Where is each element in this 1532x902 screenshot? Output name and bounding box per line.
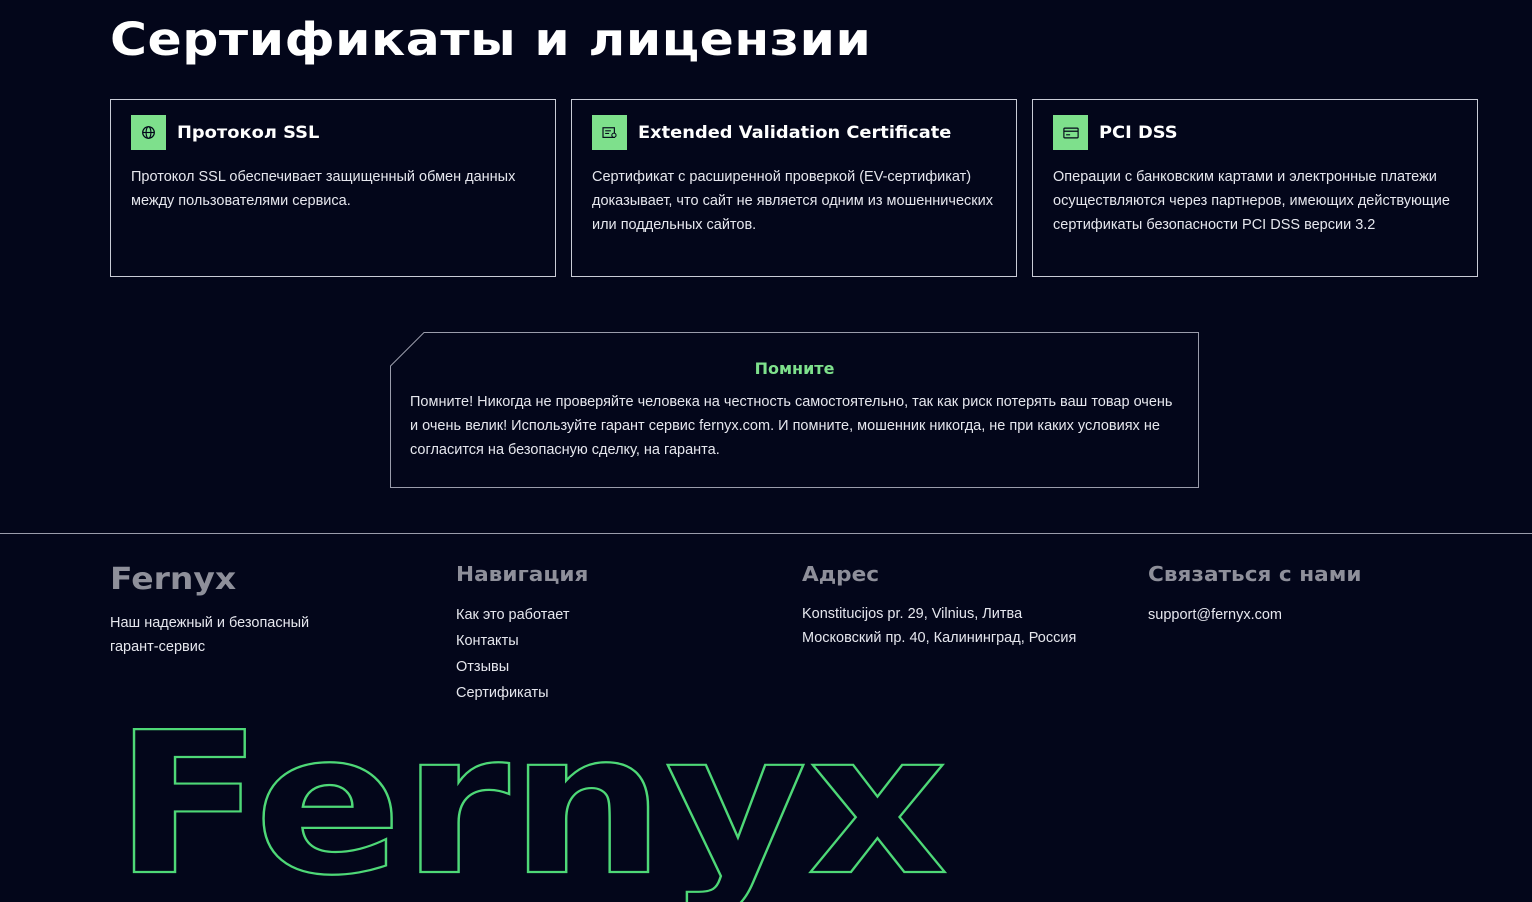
card-ssl: Протокол SSL Протокол SSL обеспечивает з…: [110, 99, 556, 277]
notice-text: Помните! Никогда не проверяйте человека …: [410, 394, 1173, 458]
footer-nav-list: Как это работает Контакты Отзывы Сертифи…: [456, 602, 579, 706]
card-ev-certificate: Extended Validation Certificate Сертифик…: [571, 99, 1017, 277]
card-header: Extended Validation Certificate: [592, 115, 951, 150]
card-title: Протокол SSL: [177, 123, 320, 142]
card-text: Протокол SSL обеспечивает защищенный обм…: [131, 169, 516, 209]
footer-address-list: Konstitucijos pr. 29, Vilnius, Литва Мос…: [802, 602, 1076, 650]
footer-navigation-title: Навигация: [456, 562, 589, 586]
card-text: Операции с банковским картами и электрон…: [1053, 169, 1450, 233]
footer-contact-title: Связаться с нами: [1148, 562, 1362, 586]
globe-icon: [131, 115, 166, 150]
big-outline-logo: Fernyx: [113, 725, 949, 902]
certificate-cards: Протокол SSL Протокол SSL обеспечивает з…: [110, 99, 1479, 277]
page: Сертификаты и лицензии Протокол SSL Прот…: [0, 0, 1532, 902]
card-header: PCI DSS: [1053, 115, 1178, 150]
contact-email-link[interactable]: support@fernyx.com: [1148, 602, 1346, 628]
card-header: Протокол SSL: [131, 115, 319, 150]
card-pci-dss: PCI DSS Операции с банковским картами и …: [1032, 99, 1478, 277]
footer-link-contacts[interactable]: Контакты: [456, 628, 579, 654]
notice-box: Помните Помните! Никогда не проверяйте ч…: [390, 332, 1199, 488]
footer-link-certificates[interactable]: Сертификаты: [456, 680, 579, 706]
footer-address-title: Адрес: [802, 562, 880, 586]
big-logo-text: Fernyx: [114, 725, 948, 902]
certificate-icon: [592, 115, 627, 150]
footer-navigation: Навигация Как это работает Контакты Отзы…: [456, 560, 588, 706]
footer-tagline: Наш надежный и безопасный гарант-сервис: [110, 615, 310, 655]
credit-card-icon: [1053, 115, 1088, 150]
address-line: Московский пр. 40, Калининград, Россия: [802, 630, 1077, 646]
card-title: Extended Validation Certificate: [638, 123, 952, 142]
footer-brand-logo[interactable]: Fernyx: [110, 562, 236, 597]
section-title: Сертификаты и лицензии: [110, 13, 872, 66]
footer-link-how-it-works[interactable]: Как это работает: [456, 602, 579, 628]
address-line: Konstitucijos pr. 29, Vilnius, Литва: [802, 606, 1023, 622]
footer-address: Адрес Konstitucijos pr. 29, Vilnius, Лит…: [802, 560, 1076, 650]
notice-title: Помните: [754, 359, 835, 378]
footer-contact: Связаться с нами support@fernyx.com: [1148, 560, 1362, 628]
card-text: Сертификат с расширенной проверкой (EV-с…: [592, 169, 993, 233]
card-title: PCI DSS: [1099, 123, 1178, 142]
footer-link-reviews[interactable]: Отзывы: [456, 654, 579, 680]
footer-contact-list: support@fernyx.com: [1148, 602, 1346, 628]
footer-divider: [0, 533, 1532, 534]
